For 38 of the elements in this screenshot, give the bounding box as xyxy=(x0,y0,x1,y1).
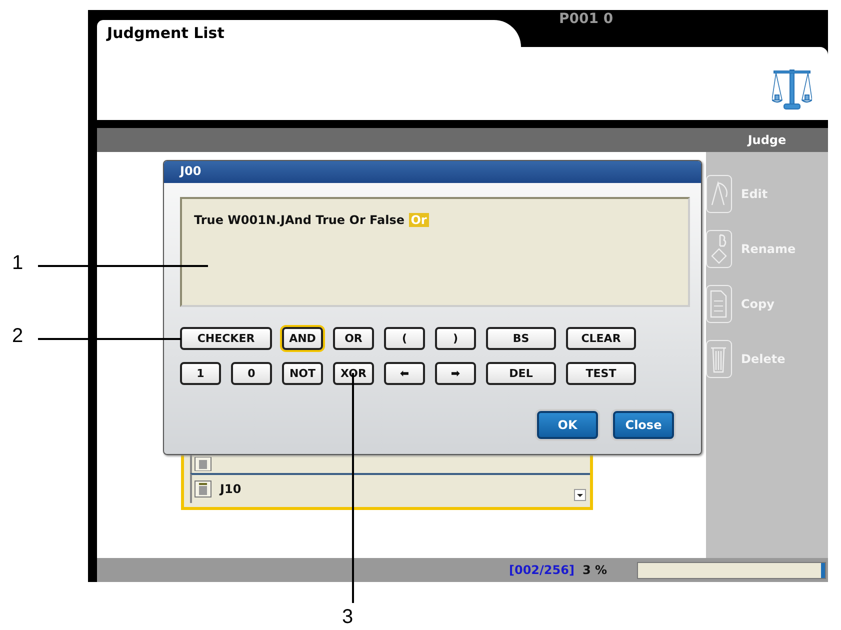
callout-number: 2 xyxy=(12,325,24,348)
table-icon xyxy=(194,480,212,498)
percent-text: 3 % xyxy=(582,563,607,577)
compass-icon xyxy=(706,175,732,213)
progress-end-marker xyxy=(821,562,825,578)
expression-field[interactable]: True W001N.JAnd True Or False Or xyxy=(180,197,690,307)
screen-title: Judgment List xyxy=(107,24,224,42)
table-icon xyxy=(194,457,212,471)
close-button[interactable]: Close xyxy=(613,411,674,439)
key-button[interactable]: TEST xyxy=(566,362,636,385)
scroll-down-icon xyxy=(574,489,586,501)
key-button[interactable]: BS xyxy=(486,327,556,350)
key-button[interactable]: NOT xyxy=(282,362,323,385)
key-button[interactable]: ) xyxy=(435,327,476,350)
key-button[interactable]: 1 xyxy=(180,362,221,385)
toolbar-label: Judge xyxy=(746,133,788,147)
key-button[interactable]: DEL xyxy=(486,362,556,385)
key-button[interactable]: CLEAR xyxy=(566,327,636,350)
list-item[interactable]: J10 xyxy=(220,482,242,496)
record-count: [002/256] xyxy=(508,563,574,577)
dialog-title: J00 xyxy=(164,161,701,183)
callout-number: 1 xyxy=(12,252,24,275)
key-button[interactable]: ( xyxy=(384,327,425,350)
key-button[interactable]: ⬅ xyxy=(384,362,425,385)
expression-text: True W001N.JAnd True Or False xyxy=(194,213,405,227)
eraser-icon xyxy=(706,230,732,268)
cursor-token: Or xyxy=(408,213,429,227)
trash-icon xyxy=(706,340,732,378)
key-button[interactable]: OR xyxy=(333,327,374,350)
ok-button[interactable]: OK xyxy=(537,411,598,439)
callout-number: 3 xyxy=(342,606,354,629)
document-icon xyxy=(706,285,732,323)
key-button[interactable]: XOR xyxy=(333,362,374,385)
key-button[interactable]: CHECKER xyxy=(180,327,272,350)
key-button[interactable]: 0 xyxy=(231,362,272,385)
key-button[interactable]: ➡ xyxy=(435,362,476,385)
program-number: P001 0 xyxy=(558,11,614,29)
key-button[interactable]: AND xyxy=(282,327,323,350)
